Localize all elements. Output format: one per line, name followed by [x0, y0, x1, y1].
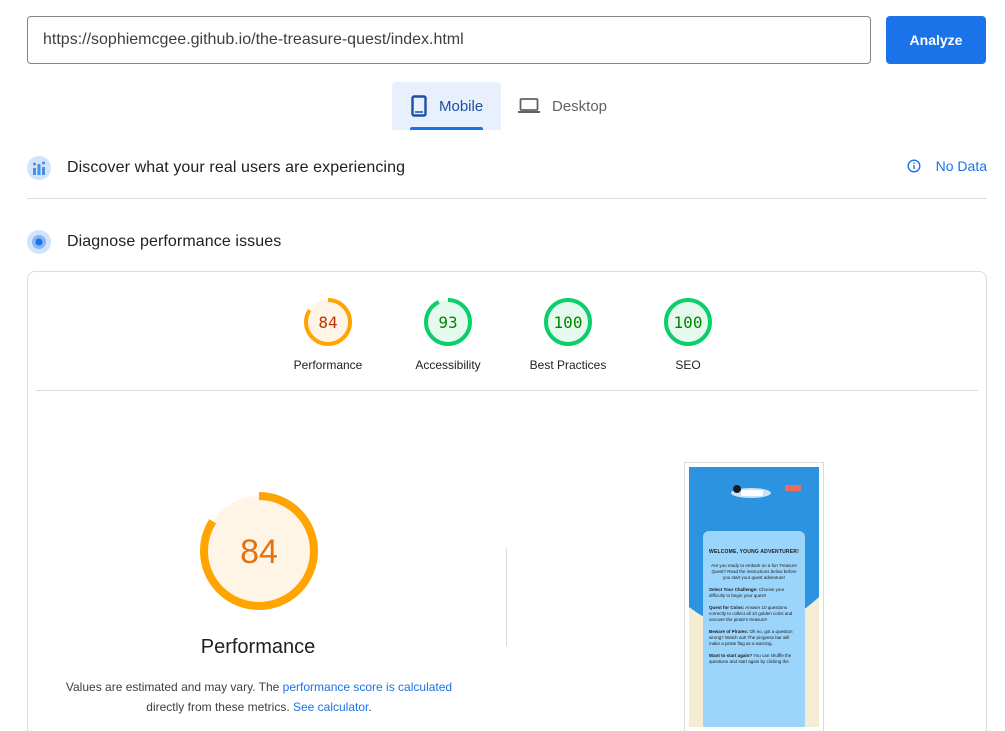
url-input[interactable]	[27, 16, 871, 64]
gauge-seo-label: SEO	[675, 358, 701, 372]
report-card: 84 Performance 93 Accessibility 100 Best…	[27, 271, 987, 731]
gauge-best-practices-label: Best Practices	[529, 358, 607, 372]
gauge-performance-label: Performance	[293, 358, 363, 372]
see-calculator-link[interactable]: See calculator	[293, 700, 368, 714]
performance-big-value: 84	[240, 533, 278, 571]
diagnose-section: Diagnose performance issues	[27, 218, 987, 266]
vertical-separator	[506, 548, 507, 646]
score-gauges: 84 Performance 93 Accessibility 100 Best…	[28, 292, 986, 390]
no-data-label: No Data	[935, 158, 987, 174]
gauge-accessibility-ring: 93	[424, 298, 472, 346]
gauge-seo-value: 100	[674, 313, 703, 332]
page-screenshot-thumbnail: WELCOME, YOUNG ADVENTURER! Are you ready…	[684, 462, 824, 731]
tab-mobile[interactable]: Mobile	[392, 82, 501, 130]
gauge-performance-ring: 84	[304, 298, 352, 346]
tab-mobile-label: Mobile	[439, 97, 484, 115]
site-instructions-card: WELCOME, YOUNG ADVENTURER! Are you ready…	[703, 531, 805, 727]
users-chart-icon	[27, 156, 51, 180]
gauge-seo[interactable]: 100 SEO	[633, 292, 743, 372]
gauge-seo-ring: 100	[664, 298, 712, 346]
performance-title: Performance	[200, 636, 316, 658]
tab-desktop[interactable]: Desktop	[510, 82, 620, 130]
gauge-best-practices-ring: 100	[544, 298, 592, 346]
gauge-best-practices[interactable]: 100 Best Practices	[513, 292, 623, 372]
gauge-performance-value: 84	[318, 313, 337, 332]
crux-title: Discover what your real users are experi…	[67, 159, 406, 176]
diagnose-title: Diagnose performance issues	[67, 233, 282, 250]
phone-icon	[411, 95, 427, 117]
gauges-divider	[36, 390, 978, 391]
diagnose-icon	[27, 230, 51, 254]
performance-description: Values are estimated and may vary. The p…	[65, 680, 453, 714]
crux-section: Discover what your real users are experi…	[27, 144, 987, 199]
gauge-accessibility-label: Accessibility	[415, 358, 481, 372]
site-menu-button	[785, 485, 801, 491]
performance-big-gauge: 84	[198, 490, 320, 617]
site-logo	[731, 485, 771, 498]
analyze-button[interactable]: Analyze	[886, 16, 986, 64]
gauge-best-practices-value: 100	[554, 313, 583, 332]
info-icon	[907, 159, 921, 173]
gauge-accessibility-value: 93	[438, 313, 457, 332]
tab-desktop-label: Desktop	[552, 97, 608, 115]
no-data-link[interactable]: No Data	[907, 158, 987, 174]
performance-score-link[interactable]: performance score is calculated	[283, 680, 452, 694]
gauge-accessibility[interactable]: 93 Accessibility	[393, 292, 503, 372]
laptop-icon	[518, 98, 540, 114]
gauge-performance[interactable]: 84 Performance	[273, 292, 383, 372]
